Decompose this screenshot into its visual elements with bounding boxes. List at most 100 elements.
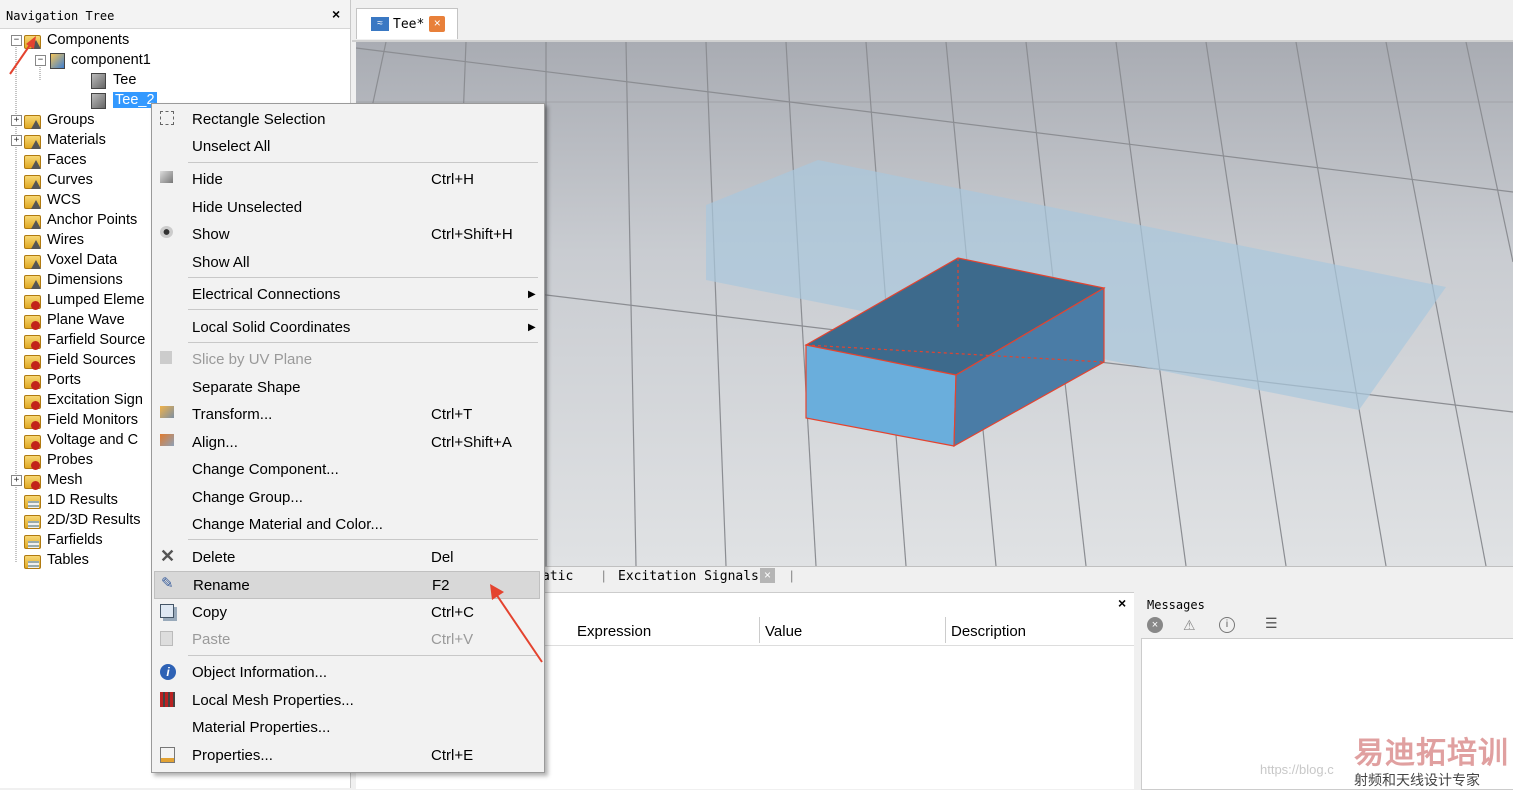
close-tab-icon[interactable]: × xyxy=(429,16,446,32)
solid-icon xyxy=(90,92,107,109)
tree-item-mesh[interactable]: + Mesh xyxy=(11,470,82,490)
tree-item-field-sources[interactable]: Field Sources xyxy=(24,350,136,370)
tree-item-1d-results[interactable]: 1D Results xyxy=(24,490,118,510)
document-tab-strip: ≈ Tee* × xyxy=(352,0,1513,42)
tree-item-label: Plane Wave xyxy=(47,312,125,328)
tab-excitation-signals[interactable]: Excitation Signals xyxy=(618,569,759,584)
expand-icon[interactable]: + xyxy=(11,474,22,486)
tree-item-farfields[interactable]: Farfields xyxy=(24,530,103,550)
close-icon[interactable]: × xyxy=(332,6,340,22)
tree-item-materials[interactable]: + Materials xyxy=(11,130,106,150)
tree-item-farfield-sources[interactable]: Farfield Source xyxy=(24,330,145,350)
menu-item-show-all[interactable]: Show All xyxy=(154,249,540,275)
warning-icon[interactable]: ⚠ xyxy=(1183,617,1196,634)
tree-item-excitation-signals[interactable]: Excitation Sign xyxy=(24,390,143,410)
menu-item-material-properties[interactable]: Material Properties... xyxy=(154,714,540,740)
column-value[interactable]: Value xyxy=(765,623,802,640)
tab-schematic[interactable]: atic xyxy=(542,569,573,584)
menu-item-copy[interactable]: Copy Ctrl+C xyxy=(154,599,540,625)
tab-tee[interactable]: ≈ Tee* × xyxy=(356,8,458,39)
tree-item-tables[interactable]: Tables xyxy=(24,550,89,570)
tree-item-voltage-current[interactable]: Voltage and C xyxy=(24,430,138,450)
menu-separator xyxy=(188,342,538,343)
tree-item-lumped-elements[interactable]: Lumped Eleme xyxy=(24,290,145,310)
paste-icon xyxy=(160,631,173,646)
tree-item-label: Mesh xyxy=(47,472,83,488)
tree-item-anchor-points[interactable]: Anchor Points xyxy=(24,210,137,230)
folder-icon xyxy=(24,32,41,49)
close-tab-icon[interactable]: × xyxy=(760,568,775,583)
tree-item-2d3d-results[interactable]: 2D/3D Results xyxy=(24,510,140,530)
folder-red-icon xyxy=(24,432,41,450)
tree-item-tee[interactable]: Tee xyxy=(90,70,136,90)
tree-item-label: Faces xyxy=(47,152,87,168)
context-menu: Rectangle Selection Unselect All Hide Ct… xyxy=(151,103,545,773)
menu-item-local-mesh-properties[interactable]: Local Mesh Properties... xyxy=(154,687,540,713)
folder-red-icon xyxy=(24,332,41,350)
folder-red-icon xyxy=(24,472,41,490)
collapse-icon[interactable]: − xyxy=(11,34,22,46)
tree-item-curves[interactable]: Curves xyxy=(24,170,93,190)
menu-item-change-group[interactable]: Change Group... xyxy=(154,484,540,510)
tree-item-label: Field Sources xyxy=(47,352,136,368)
wave-icon: ≈ xyxy=(371,17,389,31)
column-expression[interactable]: Expression xyxy=(577,623,651,640)
folder-icon xyxy=(24,172,41,189)
menu-item-separate-shape[interactable]: Separate Shape xyxy=(154,374,540,400)
tree-item-tee-2[interactable]: Tee_2 xyxy=(90,90,157,110)
menu-item-delete[interactable]: ✕ Delete Del xyxy=(154,544,540,570)
tree-item-ports[interactable]: Ports xyxy=(24,370,81,390)
tree-item-component1[interactable]: − component1 xyxy=(35,50,151,70)
clear-list-icon[interactable]: ☰ xyxy=(1265,615,1278,632)
menu-item-electrical-connections[interactable]: Electrical Connections ▶ xyxy=(154,281,540,307)
close-icon[interactable]: × xyxy=(1118,595,1126,611)
menu-item-change-material-color[interactable]: Change Material and Color... xyxy=(154,511,540,537)
menu-item-hide-unselected[interactable]: Hide Unselected xyxy=(154,194,540,220)
tree-item-label: Excitation Sign xyxy=(47,392,143,408)
tree-item-voxel-data[interactable]: Voxel Data xyxy=(24,250,117,270)
menu-item-object-information[interactable]: i Object Information... xyxy=(154,659,540,685)
menu-item-paste[interactable]: Paste Ctrl+V xyxy=(154,626,540,652)
watermark: 易迪拓培训 射频和天线设计专家 xyxy=(1354,728,1509,790)
column-description[interactable]: Description xyxy=(951,623,1026,640)
menu-item-change-component[interactable]: Change Component... xyxy=(154,456,540,482)
expand-icon[interactable]: + xyxy=(11,114,22,126)
properties-icon xyxy=(160,747,175,763)
messages-title: Messages xyxy=(1147,598,1205,612)
info-icon[interactable]: i xyxy=(1219,617,1235,633)
tree-item-groups[interactable]: + Groups xyxy=(11,110,95,130)
menu-item-slice-by-uv-plane[interactable]: Slice by UV Plane xyxy=(154,346,540,372)
tree-item-components[interactable]: − Components xyxy=(11,30,129,50)
collapse-icon[interactable]: − xyxy=(35,54,46,66)
tree-item-probes[interactable]: Probes xyxy=(24,450,93,470)
tree-item-label: Wires xyxy=(47,232,85,248)
menu-item-rename[interactable]: ✎ Rename F2 xyxy=(154,571,540,599)
folder-icon xyxy=(24,132,41,149)
tab-separator: | xyxy=(790,568,794,583)
tree-item-wires[interactable]: Wires xyxy=(24,230,84,250)
submenu-arrow-icon: ▶ xyxy=(528,321,536,333)
menu-item-properties[interactable]: Properties... Ctrl+E xyxy=(154,742,540,768)
menu-item-align[interactable]: Align... Ctrl+Shift+A xyxy=(154,429,540,455)
tree-item-plane-wave[interactable]: Plane Wave xyxy=(24,310,125,330)
tree-item-label: Materials xyxy=(47,132,106,148)
tree-item-field-monitors[interactable]: Field Monitors xyxy=(24,410,138,430)
expand-icon[interactable]: + xyxy=(11,134,22,146)
tree-item-wcs[interactable]: WCS xyxy=(24,190,81,210)
menu-item-show[interactable]: Show Ctrl+Shift+H xyxy=(154,221,540,247)
tree-item-faces[interactable]: Faces xyxy=(24,150,87,170)
tree-item-label: Lumped Eleme xyxy=(47,292,145,308)
tree-item-dimensions[interactable]: Dimensions xyxy=(24,270,123,290)
menu-item-rectangle-selection[interactable]: Rectangle Selection xyxy=(154,106,540,132)
clear-errors-icon[interactable]: × xyxy=(1147,617,1163,633)
delete-icon: ✕ xyxy=(160,546,176,566)
rename-icon: ✎ xyxy=(161,575,174,592)
menu-item-hide[interactable]: Hide Ctrl+H xyxy=(154,166,540,192)
tree-item-label: Tee xyxy=(113,72,137,88)
folder-red-icon xyxy=(24,372,41,390)
tree-item-label: Anchor Points xyxy=(47,212,138,228)
folder-results-icon xyxy=(24,532,41,549)
menu-item-unselect-all[interactable]: Unselect All xyxy=(154,133,540,159)
menu-item-local-solid-coordinates[interactable]: Local Solid Coordinates ▶ xyxy=(154,314,540,340)
menu-item-transform[interactable]: Transform... Ctrl+T xyxy=(154,401,540,427)
